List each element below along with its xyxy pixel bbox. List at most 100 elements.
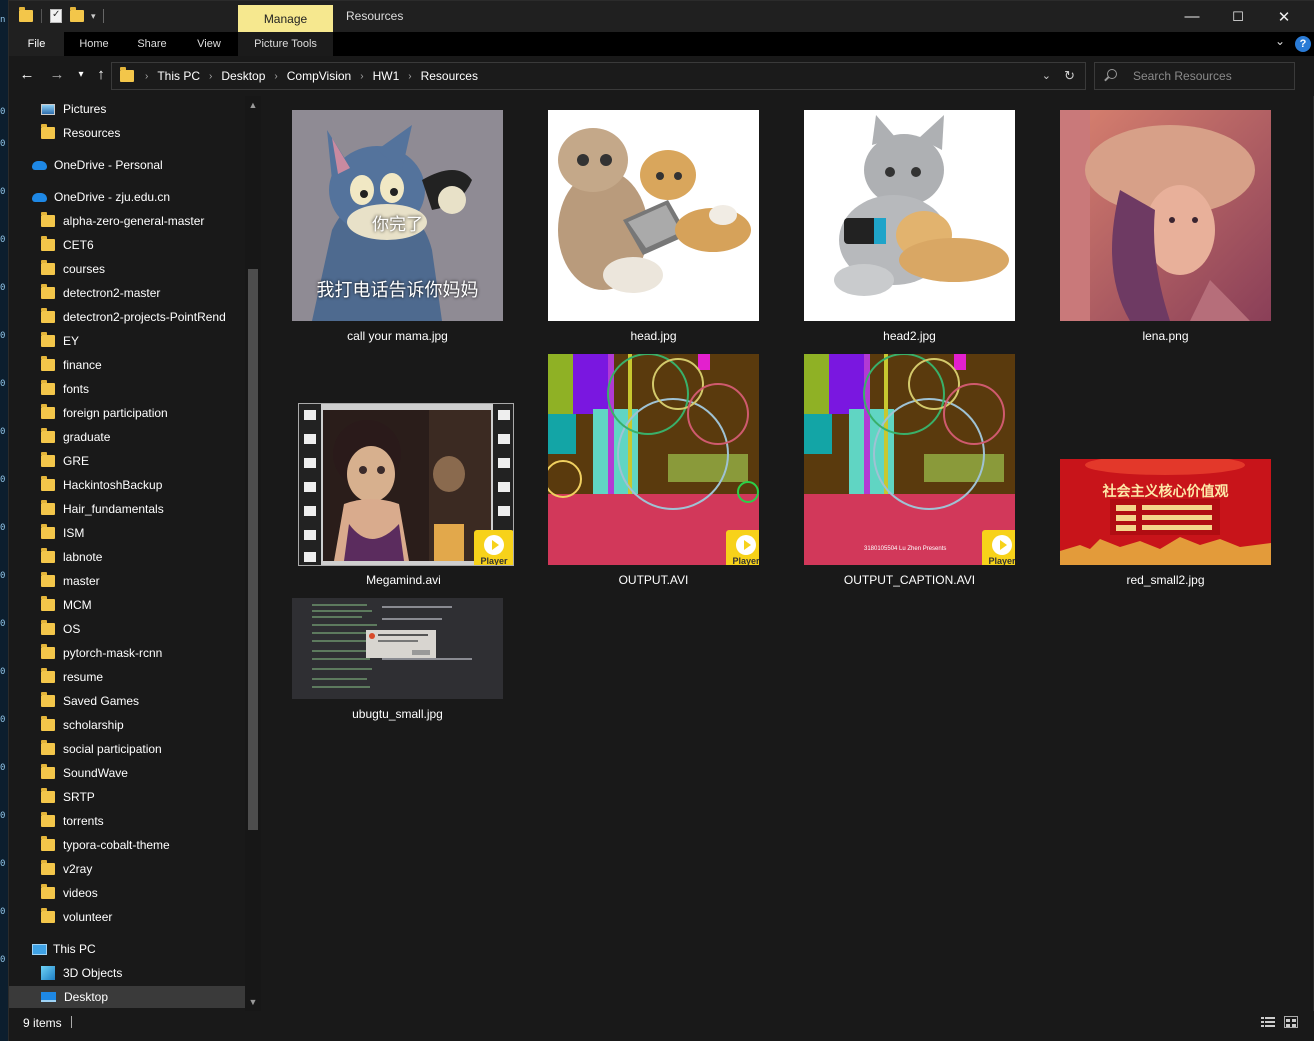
back-button[interactable]: ←: [17, 65, 37, 85]
file-thumbnail[interactable]: 3180105504 Lu Zhen Presents Player: [804, 354, 1015, 565]
file-name[interactable]: ubugtu_small.jpg: [272, 707, 523, 721]
sidebar-item[interactable]: Desktop: [9, 986, 245, 1008]
file-name[interactable]: head2.jpg: [784, 329, 1035, 343]
new-folder-icon[interactable]: [70, 7, 84, 22]
sidebar-item[interactable]: fonts: [9, 378, 245, 400]
recent-locations-button[interactable]: ▾: [71, 65, 91, 85]
sidebar-item[interactable]: ISM: [9, 522, 245, 544]
sidebar-item[interactable]: torrents: [9, 810, 245, 832]
sidebar-item[interactable]: pytorch-mask-rcnn: [9, 642, 245, 664]
tab-home[interactable]: Home: [73, 32, 115, 56]
tab-file[interactable]: File: [9, 32, 64, 56]
sidebar-item[interactable]: Hair_fundamentals: [9, 498, 245, 520]
file-thumbnail[interactable]: [804, 110, 1015, 321]
file-name[interactable]: OUTPUT_CAPTION.AVI: [784, 573, 1035, 587]
minimize-button[interactable]: —: [1169, 1, 1215, 32]
file-thumbnail[interactable]: [1060, 110, 1271, 321]
sidebar-item[interactable]: volunteer: [9, 906, 245, 928]
file-name[interactable]: call your mama.jpg: [272, 329, 523, 343]
sidebar-item[interactable]: Saved Games: [9, 690, 245, 712]
file-thumbnail[interactable]: 社会主义核心价值观: [1060, 459, 1271, 565]
sidebar-item[interactable]: resume: [9, 666, 245, 688]
file-thumbnail[interactable]: Player: [298, 403, 514, 566]
properties-icon[interactable]: [50, 9, 62, 23]
folder-icon: [41, 716, 55, 731]
sidebar-item[interactable]: EY: [9, 330, 245, 352]
address-bar[interactable]: › This PC › Desktop › CompVision › HW1 ›…: [111, 62, 1086, 90]
sidebar-item[interactable]: foreign participation: [9, 402, 245, 424]
sidebar-item[interactable]: OneDrive - zju.edu.cn: [9, 186, 245, 208]
file-name[interactable]: Megamind.avi: [278, 573, 529, 587]
breadcrumb-hw1[interactable]: HW1: [373, 69, 400, 83]
sidebar-item[interactable]: SRTP: [9, 786, 245, 808]
file-name[interactable]: lena.png: [1040, 329, 1291, 343]
maximize-button[interactable]: ☐: [1215, 1, 1261, 32]
folder-icon: [41, 572, 55, 587]
sidebar-item[interactable]: master: [9, 570, 245, 592]
sidebar-item[interactable]: courses: [9, 258, 245, 280]
file-thumbnail[interactable]: 你完了 我打电话告诉你妈妈: [292, 110, 503, 321]
sidebar-item[interactable]: Pictures: [9, 98, 245, 120]
sidebar-item[interactable]: MCM: [9, 594, 245, 616]
sidebar-item[interactable]: Resources: [9, 122, 245, 144]
sidebar-item[interactable]: social participation: [9, 738, 245, 760]
file-thumbnail[interactable]: [292, 598, 503, 699]
sidebar-item[interactable]: HackintoshBackup: [9, 474, 245, 496]
sidebar-item[interactable]: CET6: [9, 234, 245, 256]
sidebar-item[interactable]: finance: [9, 354, 245, 376]
up-button[interactable]: ↑: [91, 65, 111, 85]
sidebar-item[interactable]: typora-cobalt-theme: [9, 834, 245, 856]
sidebar-item[interactable]: videos: [9, 882, 245, 904]
breadcrumb-compvision[interactable]: CompVision: [287, 69, 351, 83]
expand-ribbon-icon[interactable]: ⌄: [1275, 34, 1285, 48]
sidebar-item[interactable]: scholarship: [9, 714, 245, 736]
sidebar-item[interactable]: OneDrive - Personal: [9, 154, 245, 176]
scrollbar-thumb[interactable]: [248, 269, 258, 830]
sidebar-item[interactable]: alpha-zero-general-master: [9, 210, 245, 232]
forward-button[interactable]: →: [47, 65, 67, 85]
details-view-icon[interactable]: [1261, 1016, 1275, 1028]
sidebar-item[interactable]: 3D Objects: [9, 962, 245, 984]
breadcrumb-resources[interactable]: Resources: [421, 69, 478, 83]
sidebar-item[interactable]: labnote: [9, 546, 245, 568]
sidebar-item[interactable]: SoundWave: [9, 762, 245, 784]
sidebar-item[interactable]: v2ray: [9, 858, 245, 880]
sidebar-item[interactable]: GRE: [9, 450, 245, 472]
breadcrumb-this-pc[interactable]: This PC: [157, 69, 200, 83]
search-box[interactable]: [1094, 62, 1295, 90]
sidebar-item[interactable]: detectron2-master: [9, 282, 245, 304]
tab-view[interactable]: View: [189, 32, 229, 56]
help-icon[interactable]: ?: [1295, 36, 1311, 52]
tab-picture-tools[interactable]: Picture Tools: [238, 32, 333, 56]
folder-icon: [120, 67, 134, 82]
chevron-down-icon[interactable]: ⌄: [1042, 69, 1051, 82]
tab-share[interactable]: Share: [131, 32, 173, 56]
close-button[interactable]: ✕: [1261, 1, 1307, 32]
tab-manage[interactable]: Manage: [238, 5, 333, 32]
file-thumbnail[interactable]: [548, 110, 759, 321]
file-view: 你完了 我打电话告诉你妈妈 call your mama.jpg head.jp…: [261, 96, 1306, 1011]
sidebar-item-label: graduate: [63, 430, 111, 444]
sidebar-item-label: OS: [63, 622, 81, 636]
file-name[interactable]: head.jpg: [528, 329, 779, 343]
refresh-icon[interactable]: ↻: [1064, 68, 1075, 84]
search-input[interactable]: [1133, 68, 1283, 84]
scroll-down-icon[interactable]: ▼: [248, 997, 258, 1007]
large-icons-view-icon[interactable]: [1284, 1016, 1298, 1028]
sidebar-item[interactable]: OS: [9, 618, 245, 640]
file-name[interactable]: OUTPUT.AVI: [528, 573, 779, 587]
folder-icon: [41, 524, 55, 539]
scroll-up-icon[interactable]: ▲: [248, 100, 258, 110]
sidebar-item-label: alpha-zero-general-master: [63, 214, 205, 228]
sidebar-item[interactable]: This PC: [9, 938, 245, 960]
file-explorer-window: ▾ Manage Resources — ☐ ✕ File Home Share…: [8, 0, 1314, 1041]
file-name[interactable]: red_small2.jpg: [1040, 573, 1291, 587]
file-thumbnail[interactable]: Player: [548, 354, 759, 565]
sidebar-item[interactable]: graduate: [9, 426, 245, 448]
chevron-right-icon: ›: [360, 70, 364, 82]
sidebar-item[interactable]: detectron2-projects-PointRend: [9, 306, 245, 328]
folder-icon: [41, 284, 55, 299]
navigation-scrollbar[interactable]: ▲ ▼: [245, 96, 261, 1011]
breadcrumb-desktop[interactable]: Desktop: [221, 69, 265, 83]
customize-toolbar-icon[interactable]: ▾: [91, 11, 96, 22]
